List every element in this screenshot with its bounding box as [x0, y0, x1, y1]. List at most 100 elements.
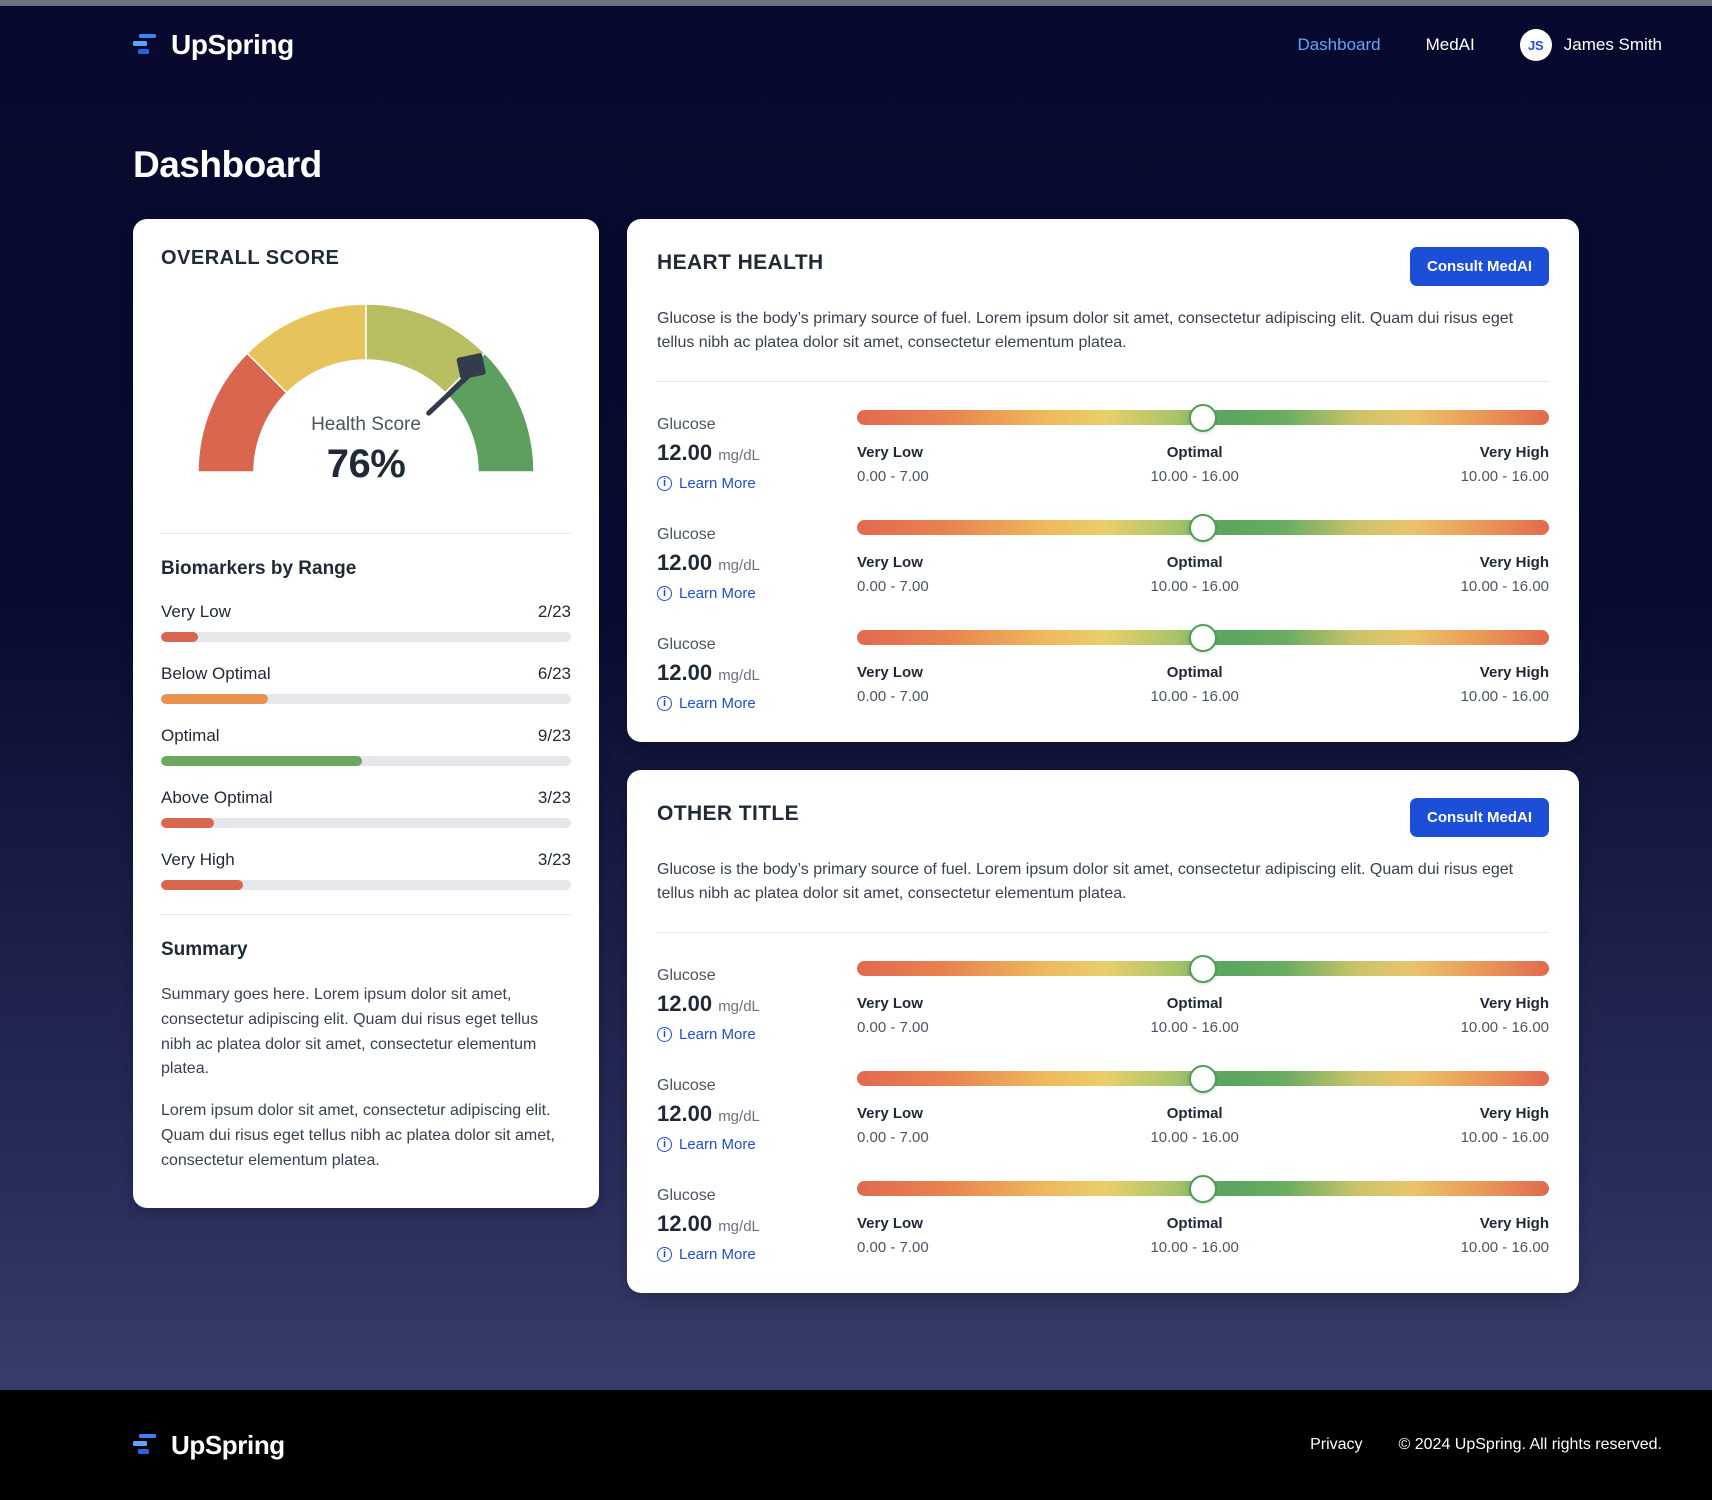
legend-range: 0.00 - 7.00	[857, 1239, 929, 1256]
scale-thumb[interactable]	[1189, 1174, 1217, 1203]
scale-legend: Very Low 0.00 - 7.00 Optimal 10.00 - 16.00 V…	[857, 554, 1549, 595]
legend-item-optimal: Optimal 10.00 - 16.00	[929, 1105, 1461, 1146]
scale-bar[interactable]	[857, 1174, 1549, 1203]
scale-thumb[interactable]	[1189, 403, 1217, 432]
biomarker-name: Glucose	[657, 1077, 716, 1094]
biomarker-value: 12.00 mg/dL	[657, 660, 829, 686]
biomarker-number: 12.00	[657, 991, 713, 1016]
legend-range: 10.00 - 16.00	[1150, 688, 1239, 705]
scale-thumb[interactable]	[1189, 954, 1217, 983]
biomarker-range-row: Above Optimal 3/23	[161, 788, 571, 828]
biomarker-row: Glucose 12.00 mg/dL i Learn More Very Low 0.0…	[657, 602, 1549, 712]
overall-score-card: OVERALL SCORE Health Score 76% Biomarker…	[133, 219, 599, 1208]
range-track	[161, 694, 571, 704]
biomarker-range-list: Very Low 2/23 Below Optimal 6/23 Optimal 9/23…	[161, 602, 571, 890]
scale-legend: Very Low 0.00 - 7.00 Optimal 10.00 - 16.00 V…	[857, 664, 1549, 705]
legend-name: Very High	[1479, 995, 1549, 1012]
biomarker-row: Glucose 12.00 mg/dL i Learn More Very Low 0.0…	[657, 933, 1549, 1043]
scale-thumb[interactable]	[1189, 1064, 1217, 1093]
legend-item-optimal: Optimal 10.00 - 16.00	[929, 995, 1461, 1036]
consult-medai-button[interactable]: Consult MedAI	[1410, 247, 1549, 286]
legend-name: Very Low	[857, 1105, 923, 1122]
consult-medai-button[interactable]: Consult MedAI	[1410, 798, 1549, 837]
nav-link-dashboard[interactable]: Dashboard	[1297, 35, 1380, 55]
biomarker-range-row: Optimal 9/23	[161, 726, 571, 766]
legend-range: 0.00 - 7.00	[857, 688, 929, 705]
scale-thumb[interactable]	[1189, 513, 1217, 542]
learn-more-label: Learn More	[679, 695, 756, 712]
range-header: Above Optimal 3/23	[161, 788, 571, 808]
learn-more-link[interactable]: i Learn More	[657, 1136, 756, 1153]
scale-thumb[interactable]	[1189, 623, 1217, 652]
biomarker-name: Glucose	[657, 1187, 716, 1204]
legend-item-optimal: Optimal 10.00 - 16.00	[929, 1215, 1461, 1256]
biomarker-name: Glucose	[657, 416, 716, 433]
biomarker-info: Glucose 12.00 mg/dL i Learn More	[657, 1181, 829, 1263]
range-label: Below Optimal	[161, 664, 271, 683]
learn-more-link[interactable]: i Learn More	[657, 1026, 756, 1043]
legend-name: Very Low	[857, 444, 923, 461]
info-icon: i	[657, 1027, 672, 1042]
biomarker-value: 12.00 mg/dL	[657, 550, 829, 576]
footer-brand-name: UpSpring	[171, 1429, 285, 1460]
learn-more-link[interactable]: i Learn More	[657, 585, 756, 602]
biomarker-row: Glucose 12.00 mg/dL i Learn More Very Low 0.0…	[657, 382, 1549, 492]
biomarker-scale: Very Low 0.00 - 7.00 Optimal 10.00 - 16.00 V…	[857, 1064, 1549, 1146]
legend-name: Very Low	[857, 1215, 923, 1232]
biomarker-unit: mg/dL	[718, 667, 760, 684]
footer-privacy-link[interactable]: Privacy	[1310, 1436, 1362, 1454]
user-menu[interactable]: JS James Smith	[1519, 29, 1662, 61]
range-header: Below Optimal 6/23	[161, 664, 571, 684]
legend-name: Very High	[1479, 554, 1549, 571]
range-header: Very High 3/23	[161, 850, 571, 870]
legend-item-very-high: Very High 10.00 - 16.00	[1461, 554, 1549, 595]
biomarker-unit: mg/dL	[718, 998, 760, 1015]
info-icon: i	[657, 476, 672, 491]
biomarker-value: 12.00 mg/dL	[657, 991, 829, 1017]
biomarker-panel: OTHER TITLE Consult MedAI Glucose is the b…	[627, 770, 1579, 1293]
range-fill	[161, 694, 268, 704]
legend-name: Optimal	[1166, 995, 1223, 1012]
biomarker-scale: Very Low 0.00 - 7.00 Optimal 10.00 - 16.00 V…	[857, 403, 1549, 485]
info-icon: i	[657, 586, 672, 601]
scale-legend: Very Low 0.00 - 7.00 Optimal 10.00 - 16.00 V…	[857, 995, 1549, 1036]
nav-link-medai[interactable]: MedAI	[1426, 35, 1475, 55]
legend-range: 10.00 - 16.00	[1460, 1019, 1549, 1036]
panel-header: OTHER TITLE Consult MedAI	[657, 798, 1549, 837]
biomarker-row: Glucose 12.00 mg/dL i Learn More Very Low 0.0…	[657, 1043, 1549, 1153]
biomarker-number: 12.00	[657, 660, 713, 685]
biomarker-info: Glucose 12.00 mg/dL i Learn More	[657, 630, 829, 712]
summary-paragraph: Lorem ipsum dolor sit amet, consectetur …	[161, 1102, 555, 1169]
summary-title: Summary	[161, 939, 248, 960]
brand-logo[interactable]: UpSpring	[133, 29, 294, 61]
scale-bar[interactable]	[857, 403, 1549, 432]
biomarker-value: 12.00 mg/dL	[657, 1211, 829, 1237]
overall-score-title: OVERALL SCORE	[161, 247, 340, 269]
scale-legend: Very Low 0.00 - 7.00 Optimal 10.00 - 16.00 V…	[857, 444, 1549, 485]
range-count: 3/23	[537, 788, 571, 807]
learn-more-link[interactable]: i Learn More	[657, 1246, 756, 1263]
range-fill	[161, 880, 243, 890]
scale-bar[interactable]	[857, 513, 1549, 542]
panel-description: Glucose is the body’s primary source of …	[657, 310, 1514, 351]
range-track	[161, 880, 571, 890]
biomarker-value: 12.00 mg/dL	[657, 440, 829, 466]
learn-more-link[interactable]: i Learn More	[657, 695, 756, 712]
legend-name: Very Low	[857, 995, 923, 1012]
learn-more-link[interactable]: i Learn More	[657, 475, 756, 492]
panel-title: OTHER TITLE	[657, 802, 800, 825]
info-icon: i	[657, 1137, 672, 1152]
footer-brand-logo[interactable]: UpSpring	[133, 1430, 285, 1461]
legend-range: 0.00 - 7.00	[857, 468, 929, 485]
overall-score-column: OVERALL SCORE Health Score 76% Biomarker…	[133, 219, 599, 1208]
upspring-logo-icon	[133, 1432, 157, 1458]
biomarker-range-row: Very High 3/23	[161, 850, 571, 890]
scale-bar[interactable]	[857, 954, 1549, 983]
legend-item-very-low: Very Low 0.00 - 7.00	[857, 995, 929, 1036]
legend-range: 10.00 - 16.00	[1150, 578, 1239, 595]
scale-bar[interactable]	[857, 1064, 1549, 1093]
learn-more-label: Learn More	[679, 585, 756, 602]
legend-range: 0.00 - 7.00	[857, 578, 929, 595]
scale-bar[interactable]	[857, 623, 1549, 652]
legend-name: Optimal	[1166, 444, 1223, 461]
